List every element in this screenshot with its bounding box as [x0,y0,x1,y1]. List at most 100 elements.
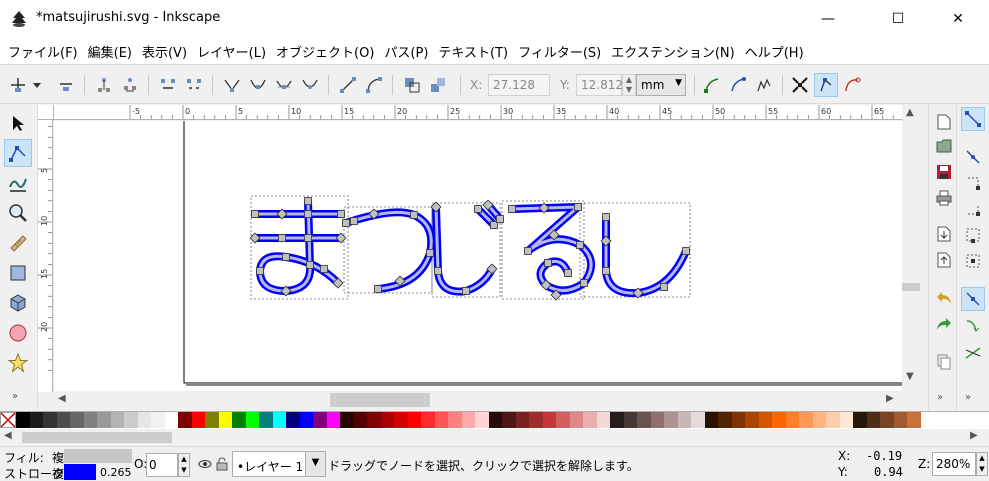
palette-swatch[interactable] [313,412,327,428]
palette-swatch[interactable] [664,412,678,428]
palette-swatch[interactable] [191,412,205,428]
palette-swatch[interactable] [110,412,124,428]
path-node[interactable] [682,247,690,255]
edit-path-effect-icon[interactable] [814,73,838,97]
opacity-field[interactable]: 0 [146,453,178,477]
layer-select[interactable]: •レイヤー 1 ▼ [232,451,326,477]
palette-swatch[interactable] [232,412,246,428]
path-node[interactable] [304,234,312,242]
palette-swatch[interactable] [164,412,178,428]
delete-segment-icon[interactable] [182,73,206,97]
no-paint-swatch-icon[interactable] [0,412,16,428]
color-palette[interactable] [0,411,989,429]
menu-item[interactable]: レイヤー(L) [197,42,274,61]
path-node[interactable] [434,267,442,275]
palette-scroll-thumb[interactable] [22,432,172,443]
palette-swatch[interactable] [461,412,475,428]
object-to-path-icon[interactable] [400,73,424,97]
palette-swatch[interactable] [880,412,894,428]
palette-swatch[interactable] [758,412,772,428]
show-outline-icon[interactable] [752,73,776,97]
export-icon[interactable] [933,249,955,271]
path-node[interactable] [374,285,382,293]
scroll-left-icon[interactable]: ◀ [58,393,66,404]
save-icon[interactable] [933,161,955,183]
undo-icon[interactable] [933,287,955,309]
symmetric-node-icon[interactable] [272,73,296,97]
path-node[interactable] [580,279,588,287]
horizontal-ruler[interactable]: -5 0 5 10 15 20 25 30 35 40 45 50 55 60 65 [54,105,902,120]
print-icon[interactable] [933,187,955,209]
palette-swatch[interactable] [772,412,786,428]
horizontal-scrollbar[interactable]: ◀ ▶ [54,391,902,409]
path-node[interactable] [576,241,584,249]
palette-swatch[interactable] [853,412,867,428]
path-node[interactable] [474,205,482,213]
clip-path-icon[interactable] [840,73,864,97]
close-button[interactable]: ✕ [935,0,981,38]
vertical-scrollbar[interactable]: ▲ ▼ [902,105,920,392]
palette-swatch[interactable] [812,412,826,428]
break-path-icon[interactable] [118,73,142,97]
menu-item[interactable]: フィルター(S) [518,42,609,61]
zoom-field[interactable]: 280% [932,452,976,476]
path-node[interactable] [350,217,358,225]
copy-icon[interactable] [933,351,955,373]
palette-swatch[interactable] [718,412,732,428]
palette-swatch[interactable] [637,412,651,428]
snap-path-icon[interactable] [961,313,985,337]
path-node[interactable] [462,287,470,295]
palette-swatch[interactable] [610,412,624,428]
palette-swatch[interactable] [826,412,840,428]
palette-swatch[interactable] [839,412,853,428]
snap-bbox-edge-icon[interactable] [961,171,985,195]
menu-item[interactable]: 編集(E) [88,42,140,61]
rectangle-tool-icon[interactable] [4,259,32,287]
path-node[interactable] [660,283,668,291]
palette-swatch[interactable] [299,412,313,428]
palette-swatch[interactable] [407,412,421,428]
drawing-canvas[interactable] [54,121,902,391]
path-node[interactable] [410,211,418,219]
palette-swatch[interactable] [488,412,502,428]
horizontal-scroll-thumb[interactable] [330,393,430,407]
palette-swatch[interactable] [515,412,529,428]
segment-to-line-icon[interactable] [336,73,360,97]
path-node[interactable] [602,267,610,275]
fill-indicator[interactable] [64,449,132,463]
3d-box-tool-icon[interactable] [4,289,32,317]
fill-value[interactable]: 複 [52,449,64,466]
path-node[interactable] [304,197,312,205]
palette-swatch[interactable] [502,412,516,428]
palette-swatch[interactable] [70,412,84,428]
snap-overflow-icon[interactable]: » [965,392,971,403]
path-node[interactable] [282,253,290,261]
show-bbox-icon[interactable] [788,73,812,97]
palette-swatch[interactable] [124,412,138,428]
lock-icon[interactable] [216,457,228,471]
path-node[interactable] [306,261,314,269]
zoom-spin-icon[interactable]: ▲ ▼ [976,452,988,476]
palette-swatch[interactable] [151,412,165,428]
path-node[interactable] [574,203,582,211]
palette-swatch[interactable] [380,412,394,428]
redo-icon[interactable] [933,313,955,335]
snap-intersection-icon[interactable] [961,341,985,365]
commands-overflow-icon[interactable]: » [937,392,943,403]
snap-nodes-icon[interactable] [961,287,985,311]
palette-swatch[interactable] [394,412,408,428]
show-transform-handles-icon[interactable] [700,73,724,97]
path-node[interactable] [278,234,286,242]
snap-bbox-corner-icon[interactable] [961,197,985,221]
path-node[interactable] [496,215,504,223]
palette-swatch[interactable] [583,412,597,428]
menu-item[interactable]: ファイル(F) [8,42,86,61]
selector-tool-icon[interactable] [4,109,32,137]
snap-bbox-midpoint-icon[interactable] [961,223,985,247]
palette-swatch[interactable] [731,412,745,428]
scroll-down-icon[interactable]: ▼ [906,371,914,382]
palette-swatch[interactable] [259,412,273,428]
minimize-button[interactable]: — [805,0,851,38]
open-document-icon[interactable] [933,135,955,157]
path-node[interactable] [426,249,434,257]
